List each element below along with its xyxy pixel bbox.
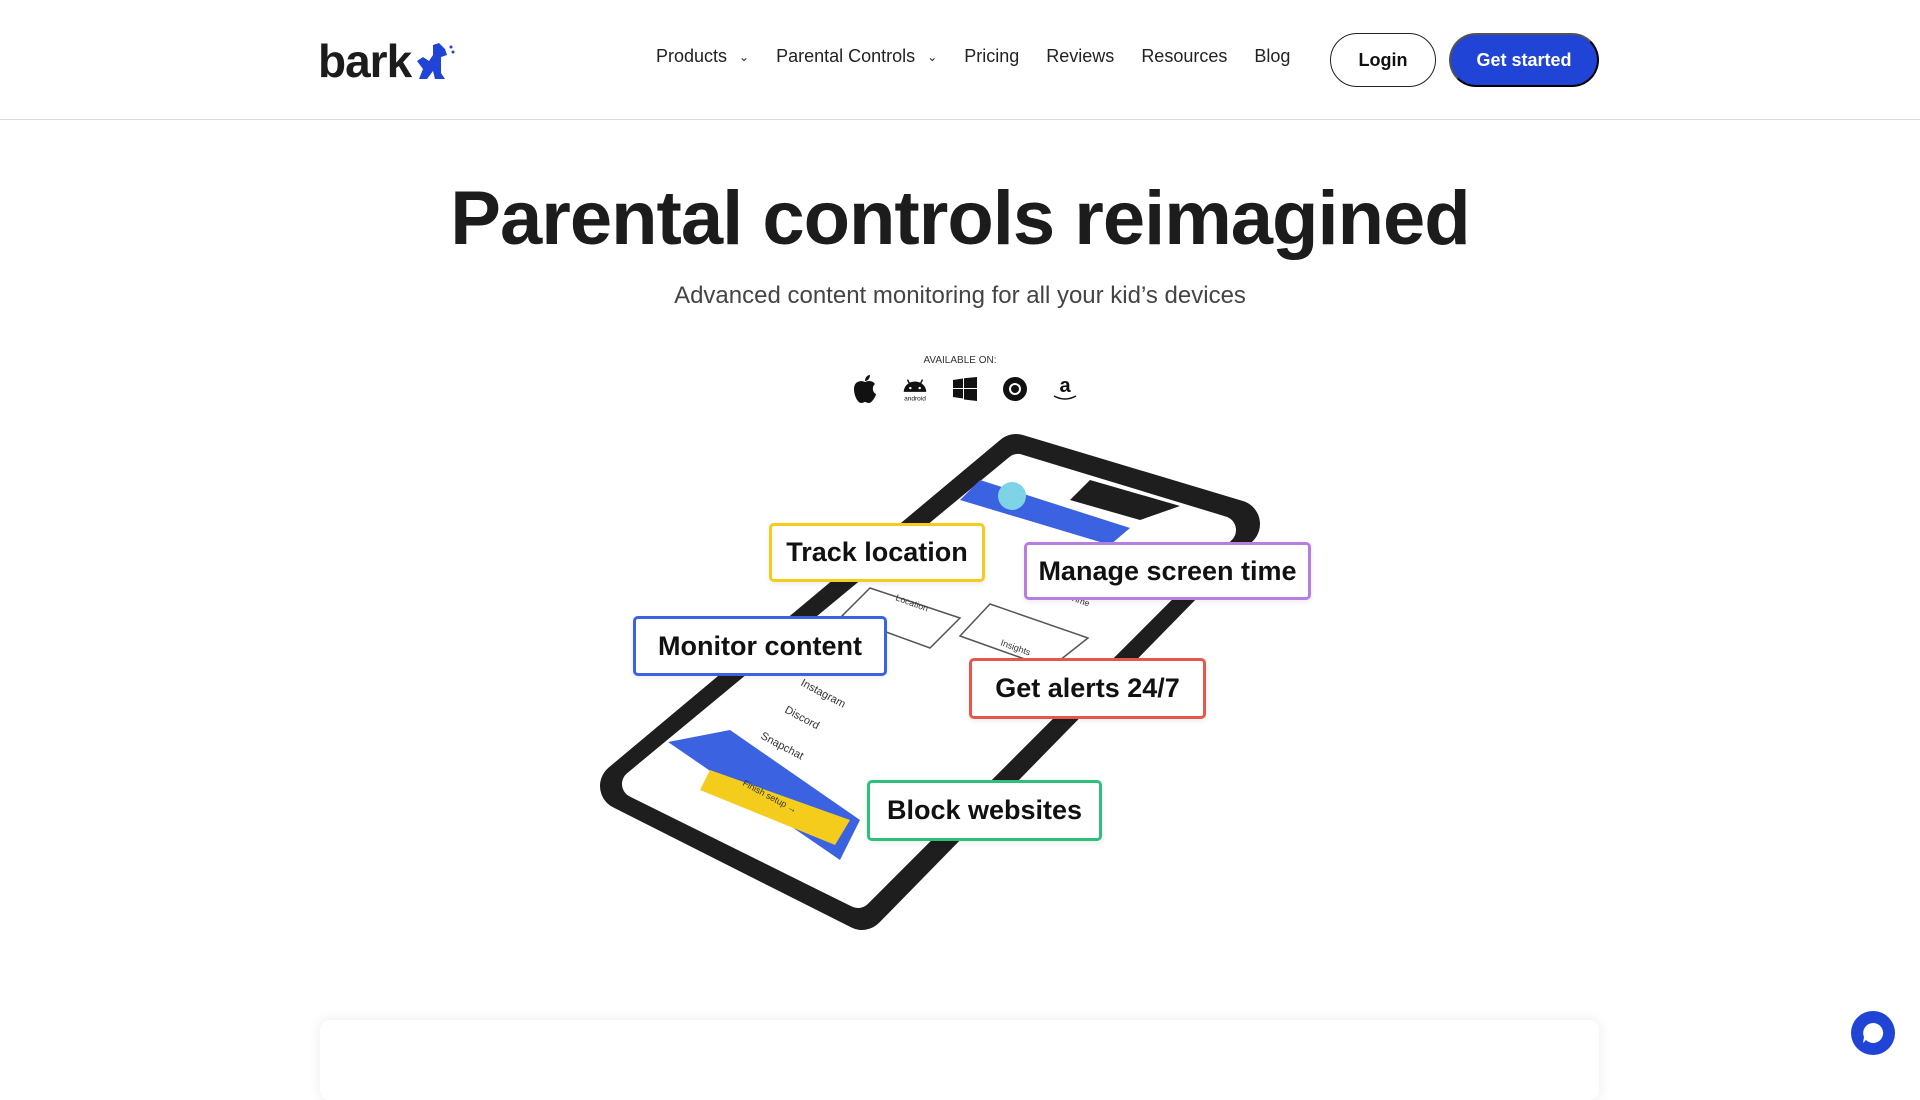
feature-track-location: Track location [769,523,985,582]
content-card [320,1020,1599,1100]
chat-button[interactable] [1851,1011,1895,1055]
feature-manage-screen-time: Manage screen time [1024,542,1311,600]
feature-block-websites: Block websites [867,780,1102,841]
feature-get-alerts: Get alerts 24/7 [969,658,1206,719]
chat-icon [1863,1022,1884,1043]
feature-monitor-content: Monitor content [633,616,887,676]
